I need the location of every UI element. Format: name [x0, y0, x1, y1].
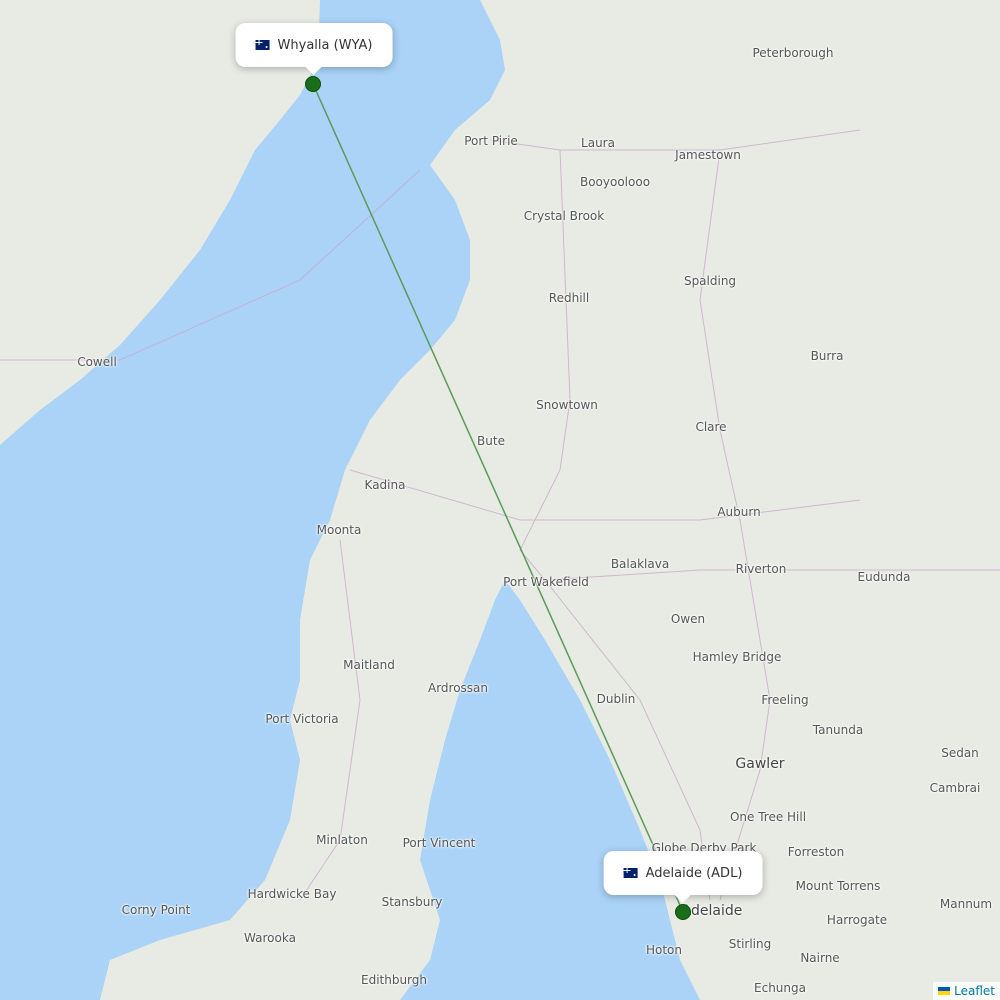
australia-flag-icon [255, 40, 270, 50]
place-label: Auburn [717, 505, 761, 519]
place-label: Booyoolooo [579, 175, 651, 189]
place-label: Clare [695, 420, 727, 434]
place-label: Bute [477, 434, 505, 448]
ukraine-flag-icon [938, 987, 951, 995]
place-label: Freeling [761, 693, 809, 707]
place-label: One Tree Hill [729, 810, 807, 824]
place-label: Burra [810, 349, 844, 363]
place-label: Moonta [316, 523, 362, 537]
place-label: Nairne [800, 951, 840, 965]
place-label: Hardwicke Bay [247, 887, 337, 901]
place-label: Crystal Brook [523, 209, 605, 223]
map-attribution[interactable]: Leaflet [933, 982, 1000, 1000]
place-label: Stirling [728, 937, 772, 951]
popup-label: Whyalla (WYA) [277, 37, 373, 53]
place-label: Laura [581, 136, 615, 150]
place-label: Ardrossan [427, 681, 489, 695]
airport-marker-whyalla[interactable] [305, 76, 321, 92]
place-label: Jamestown [675, 148, 741, 162]
map-canvas[interactable] [0, 0, 1000, 1000]
place-label: Port Vincent [402, 836, 476, 850]
place-label: Hoton [645, 943, 683, 957]
place-label: Mount Torrens [795, 879, 881, 893]
australia-flag-icon [623, 868, 638, 878]
place-label: Peterborough [752, 46, 834, 60]
place-label: Owen [670, 612, 706, 626]
place-label: Sedan [941, 746, 979, 760]
place-label: Corny Point [121, 903, 191, 917]
airport-marker-adelaide[interactable] [675, 904, 691, 920]
place-label: Snowtown [536, 398, 598, 412]
popup-adelaide: Adelaide (ADL) [603, 851, 763, 903]
place-label: Stansbury [381, 895, 443, 909]
leaflet-link[interactable]: Leaflet [954, 984, 995, 998]
place-label: Port Pirie [464, 134, 518, 148]
place-label: Spalding [683, 274, 737, 288]
place-label: Warooka [244, 931, 296, 945]
popup-whyalla: Whyalla (WYA) [235, 23, 393, 75]
place-label: Harrogate [826, 913, 888, 927]
popup-label: Adelaide (ADL) [645, 865, 743, 881]
place-label: Cowell [77, 355, 117, 369]
place-label: Echunga [754, 981, 806, 995]
place-label: Cambrai [929, 781, 981, 795]
place-label: Edithburgh [360, 973, 428, 987]
place-label: Eudunda [857, 570, 911, 584]
place-label: Forreston [787, 845, 845, 859]
place-label: Minlaton [316, 833, 368, 847]
place-label: Port Victoria [265, 712, 339, 726]
place-label: Hamley Bridge [692, 650, 782, 664]
place-label: Redhill [548, 291, 590, 305]
place-label: Balaklava [610, 557, 670, 571]
place-label: Port Wakefield [503, 575, 589, 589]
place-label: Mannum [939, 897, 993, 911]
place-label: Kadina [364, 478, 406, 492]
place-label: Maitland [343, 658, 395, 672]
place-label: Riverton [735, 562, 787, 576]
place-label: Tanunda [812, 723, 864, 737]
place-label: Gawler [735, 756, 785, 772]
place-label: Dublin [596, 692, 636, 706]
